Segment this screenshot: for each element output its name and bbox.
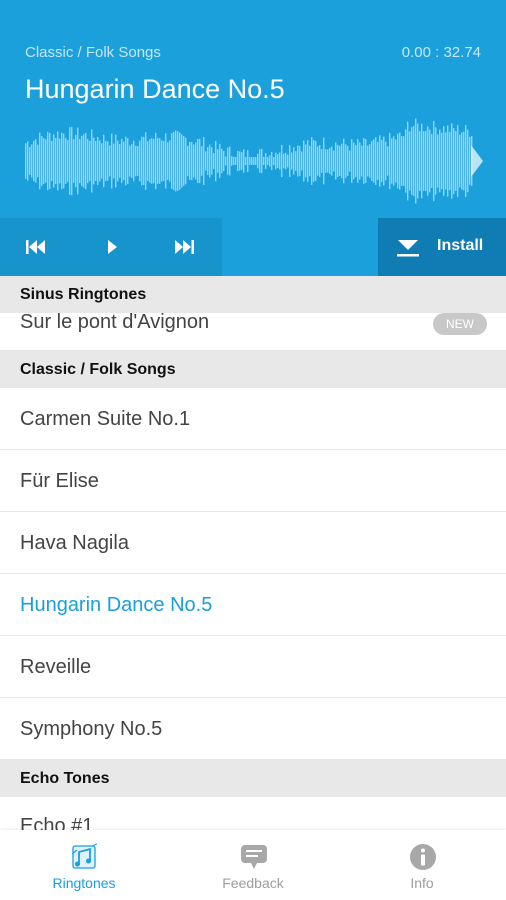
list-item-label: Symphony No.5 (20, 718, 163, 740)
waveform-scrubber[interactable] (25, 118, 483, 204)
info-icon (410, 844, 436, 870)
play-button[interactable] (97, 232, 127, 262)
list-item[interactable]: Sur le pont d'Avignon NEW (0, 311, 506, 351)
list-item[interactable]: Symphony No.5 (0, 698, 506, 760)
ringtone-list[interactable]: Sinus Ringtones Sur le pont d'Avignon NE… (0, 276, 506, 830)
player-header: Classic / Folk Songs 0.00 : 32.74 Hungar… (0, 0, 506, 218)
list-item-label: Für Elise (20, 470, 99, 492)
list-item[interactable]: Echo #1 (0, 797, 506, 830)
section-header-sinus: Sinus Ringtones (0, 276, 506, 313)
list-item[interactable]: Hava Nagila (0, 512, 506, 574)
nav-info-label: Info (410, 875, 434, 891)
new-badge: NEW (433, 313, 487, 335)
nav-feedback[interactable]: Feedback (169, 830, 337, 900)
skip-next-icon (175, 240, 194, 254)
skip-next-button[interactable] (169, 232, 199, 262)
playback-timecode: 0.00 : 32.74 (401, 44, 481, 61)
section-header-echo: Echo Tones (0, 760, 506, 797)
list-item[interactable]: Reveille (0, 636, 506, 698)
install-button[interactable]: Install (378, 218, 506, 276)
transport-controls (0, 218, 222, 276)
ringtones-icon (71, 843, 98, 869)
list-item[interactable]: Für Elise (0, 450, 506, 512)
bottom-navigation: Ringtones Feedback Info (0, 830, 506, 900)
list-item-label: Reveille (20, 656, 92, 678)
skip-previous-icon (26, 240, 45, 254)
track-category: Classic / Folk Songs (25, 44, 161, 61)
nav-feedback-label: Feedback (222, 875, 284, 891)
download-icon (397, 240, 419, 257)
player-controls: Install (0, 218, 506, 276)
install-label: Install (437, 237, 484, 254)
skip-previous-button[interactable] (21, 232, 51, 262)
list-item-label: Hava Nagila (20, 532, 129, 554)
nav-ringtones-label: Ringtones (52, 875, 116, 891)
play-icon (108, 240, 117, 254)
feedback-icon (241, 845, 267, 869)
list-item-label: Sur le pont d'Avignon (20, 311, 210, 333)
list-item-label: Carmen Suite No.1 (20, 408, 191, 430)
list-item-selected[interactable]: Hungarin Dance No.5 (0, 574, 506, 636)
section-header-classic-folk: Classic / Folk Songs (0, 351, 506, 388)
list-item[interactable]: Carmen Suite No.1 (0, 388, 506, 450)
nav-ringtones[interactable]: Ringtones (0, 830, 168, 900)
nav-info[interactable]: Info (338, 830, 506, 900)
track-title: Hungarin Dance No.5 (25, 74, 285, 104)
list-item-label: Hungarin Dance No.5 (20, 594, 213, 616)
list-item-label: Echo #1 (20, 815, 94, 830)
